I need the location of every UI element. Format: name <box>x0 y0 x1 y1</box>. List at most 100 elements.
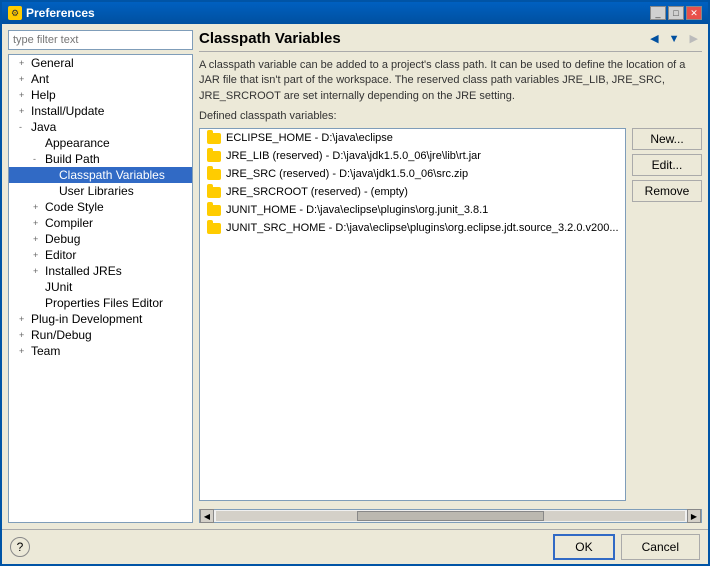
sidebar-item-label: Installed JREs <box>45 264 122 278</box>
sidebar-item-label: Classpath Variables <box>59 168 165 182</box>
list-item[interactable]: ECLIPSE_HOME - D:\java\eclipse <box>200 129 625 147</box>
sidebar-item-label: Ant <box>31 72 49 86</box>
titlebar-left: ⚙ Preferences <box>8 6 95 20</box>
sidebar-item-run-debug[interactable]: + Run/Debug <box>9 327 192 343</box>
cp-item-text: JUNIT_SRC_HOME - D:\java\eclipse\plugins… <box>226 222 619 234</box>
page-title: Classpath Variables <box>199 30 341 47</box>
description-text: A classpath variable can be added to a p… <box>199 58 702 104</box>
scroll-thumb[interactable] <box>357 511 545 521</box>
right-panel: Classpath Variables ◀ ▼ ▶ A classpath va… <box>199 30 702 523</box>
folder-icon <box>206 167 222 181</box>
classpath-container: ECLIPSE_HOME - D:\java\eclipse JRE_LIB (… <box>199 128 702 501</box>
filter-input[interactable] <box>8 30 193 50</box>
cp-item-text: JRE_SRCROOT (reserved) - (empty) <box>226 186 408 198</box>
sidebar-item-plug-in-development[interactable]: + Plug-in Development <box>9 311 192 327</box>
sidebar-item-compiler[interactable]: + Compiler <box>9 215 192 231</box>
sidebar-item-label: Team <box>31 344 60 358</box>
sidebar-item-code-style[interactable]: + Code Style <box>9 199 192 215</box>
sidebar-item-label: User Libraries <box>59 184 134 198</box>
classpath-list[interactable]: ECLIPSE_HOME - D:\java\eclipse JRE_LIB (… <box>199 128 626 501</box>
forward-button[interactable]: ▶ <box>686 30 702 47</box>
expand-icon: + <box>33 202 43 212</box>
folder-icon <box>206 221 222 235</box>
list-item[interactable]: JRE_SRCROOT (reserved) - (empty) <box>200 183 625 201</box>
sidebar-item-properties-files-editor[interactable]: Properties Files Editor <box>9 295 192 311</box>
expand-icon: + <box>33 266 43 276</box>
sidebar-item-label: Java <box>31 120 56 134</box>
new-button[interactable]: New... <box>632 128 702 150</box>
sidebar-item-label: Plug-in Development <box>31 312 142 326</box>
sidebar-item-debug[interactable]: + Debug <box>9 231 192 247</box>
cp-item-text: JRE_SRC (reserved) - D:\java\jdk1.5.0_06… <box>226 168 468 180</box>
back-dropdown-button[interactable]: ▼ <box>665 31 684 47</box>
sidebar-item-user-libraries[interactable]: User Libraries <box>9 183 192 199</box>
sidebar-item-junit[interactable]: JUnit <box>9 279 192 295</box>
sidebar-item-label: Install/Update <box>31 104 104 118</box>
edit-button[interactable]: Edit... <box>632 154 702 176</box>
minimize-button[interactable]: _ <box>650 6 666 20</box>
left-panel: + General + Ant + Help + <box>8 30 193 523</box>
content-area: + General + Ant + Help + <box>2 24 708 529</box>
sidebar-item-install-update[interactable]: + Install/Update <box>9 103 192 119</box>
ok-button[interactable]: OK <box>553 534 614 560</box>
expand-icon: - <box>19 122 29 132</box>
sidebar-item-ant[interactable]: + Ant <box>9 71 192 87</box>
sidebar-item-classpath-variables[interactable]: Classpath Variables <box>9 167 192 183</box>
maximize-button[interactable]: □ <box>668 6 684 20</box>
sidebar-item-editor[interactable]: + Editor <box>9 247 192 263</box>
expand-icon: + <box>19 58 29 68</box>
window-title: Preferences <box>26 6 95 20</box>
scroll-left-button[interactable]: ◀ <box>200 509 214 523</box>
folder-icon <box>206 203 222 217</box>
right-header: Classpath Variables ◀ ▼ ▶ <box>199 30 702 52</box>
sidebar-item-general[interactable]: + General <box>9 55 192 71</box>
sidebar-item-label: JUnit <box>45 280 72 294</box>
nav-buttons: ◀ ▼ ▶ <box>646 30 702 47</box>
titlebar-buttons: _ □ ✕ <box>650 6 702 20</box>
sidebar-item-team[interactable]: + Team <box>9 343 192 359</box>
expand-icon: + <box>19 106 29 116</box>
bottom-bar: ? OK Cancel <box>2 529 708 564</box>
expand-icon: + <box>19 90 29 100</box>
sidebar-item-label: Compiler <box>45 216 93 230</box>
cancel-button[interactable]: Cancel <box>621 534 700 560</box>
sidebar-item-label: Editor <box>45 248 76 262</box>
sidebar-item-label: Build Path <box>45 152 100 166</box>
cp-item-text: JUNIT_HOME - D:\java\eclipse\plugins\org… <box>226 204 488 216</box>
expand-icon: + <box>19 314 29 324</box>
sidebar-item-installed-jres[interactable]: + Installed JREs <box>9 263 192 279</box>
cp-item-text: JRE_LIB (reserved) - D:\java\jdk1.5.0_06… <box>226 150 481 162</box>
list-item[interactable]: JUNIT_HOME - D:\java\eclipse\plugins\org… <box>200 201 625 219</box>
expand-icon: + <box>19 74 29 84</box>
sidebar-item-build-path[interactable]: - Build Path <box>9 151 192 167</box>
close-button[interactable]: ✕ <box>686 6 702 20</box>
list-item[interactable]: JRE_SRC (reserved) - D:\java\jdk1.5.0_06… <box>200 165 625 183</box>
titlebar: ⚙ Preferences _ □ ✕ <box>2 2 708 24</box>
sidebar-item-label: Help <box>31 88 56 102</box>
folder-icon <box>206 185 222 199</box>
horizontal-scrollbar[interactable]: ◀ ▶ <box>199 509 702 523</box>
sidebar-item-appearance[interactable]: Appearance <box>9 135 192 151</box>
expand-icon: + <box>33 218 43 228</box>
cp-item-text: ECLIPSE_HOME - D:\java\eclipse <box>226 132 393 144</box>
sidebar-item-label: Appearance <box>45 136 110 150</box>
remove-button[interactable]: Remove <box>632 180 702 202</box>
classpath-label: Defined classpath variables: <box>199 110 702 122</box>
list-item[interactable]: JRE_LIB (reserved) - D:\java\jdk1.5.0_06… <box>200 147 625 165</box>
scroll-right-button[interactable]: ▶ <box>687 509 701 523</box>
back-button[interactable]: ◀ <box>646 30 662 47</box>
sidebar-item-help[interactable]: + Help <box>9 87 192 103</box>
sidebar-item-label: Code Style <box>45 200 104 214</box>
expand-icon: + <box>19 330 29 340</box>
folder-icon <box>206 149 222 163</box>
sidebar-item-label: Debug <box>45 232 80 246</box>
sidebar-item-label: General <box>31 56 74 70</box>
help-button[interactable]: ? <box>10 537 30 557</box>
action-buttons: New... Edit... Remove <box>632 128 702 501</box>
folder-icon <box>206 131 222 145</box>
window-icon: ⚙ <box>8 6 22 20</box>
sidebar-item-label: Run/Debug <box>31 328 92 342</box>
expand-icon: - <box>33 154 43 164</box>
sidebar-item-java[interactable]: - Java <box>9 119 192 135</box>
list-item[interactable]: JUNIT_SRC_HOME - D:\java\eclipse\plugins… <box>200 219 625 237</box>
